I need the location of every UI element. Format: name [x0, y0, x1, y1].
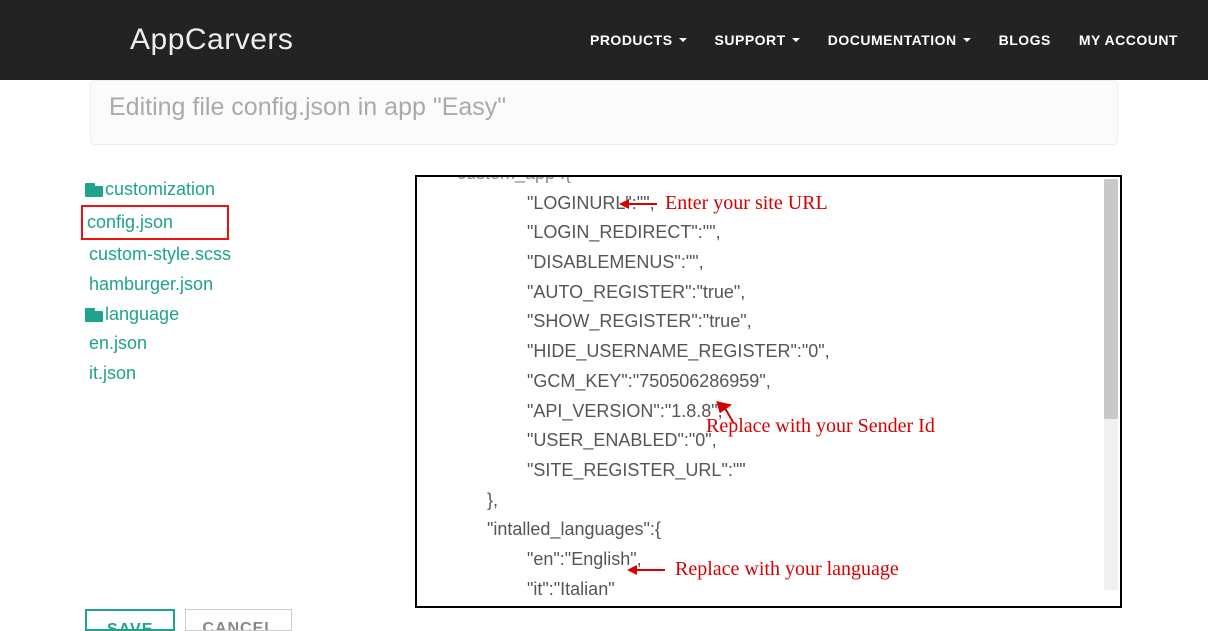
- nav-support-label: SUPPORT: [715, 32, 786, 48]
- chevron-down-icon: [792, 38, 800, 42]
- code-line: "en":"English",: [447, 545, 1110, 575]
- file-custom-style[interactable]: custom-style.scss: [85, 240, 405, 270]
- chevron-down-icon: [963, 38, 971, 42]
- code-line: "HIDE_USERNAME_REGISTER":"0",: [447, 337, 1110, 367]
- file-en-json[interactable]: en.json: [85, 329, 405, 359]
- folder-label: customization: [105, 175, 215, 205]
- code-line: "SITE_REGISTER_URL":"": [447, 456, 1110, 486]
- code-line: "intalled_languages":{: [447, 515, 1110, 545]
- nav-account-label: MY ACCOUNT: [1079, 32, 1178, 48]
- folder-open-icon: [85, 183, 103, 197]
- folder-open-icon: [85, 308, 103, 322]
- file-hamburger[interactable]: hamburger.json: [85, 270, 405, 300]
- nav-blogs[interactable]: BLOGS: [999, 32, 1051, 48]
- code-editor-frame: custom_app :{ "LOGINURL":"", "LOGIN_REDI…: [415, 175, 1122, 608]
- save-button[interactable]: SAVE: [85, 609, 175, 631]
- nav-account[interactable]: MY ACCOUNT: [1079, 32, 1178, 48]
- folder-customization[interactable]: customization: [85, 175, 405, 205]
- code-line: },: [447, 486, 1110, 516]
- code-line: "API_VERSION":"1.8.8",: [447, 397, 1110, 427]
- top-nav: AppCarvers PRODUCTS SUPPORT DOCUMENTATIO…: [0, 0, 1208, 80]
- main-content: customization config.json custom-style.s…: [0, 175, 1208, 608]
- nav-documentation[interactable]: DOCUMENTATION: [828, 32, 971, 48]
- file-it-json[interactable]: it.json: [85, 359, 405, 389]
- scrollbar-thumb[interactable]: [1104, 179, 1118, 419]
- brand-logo[interactable]: AppCarvers: [130, 23, 293, 57]
- code-line: "it":"Italian": [447, 575, 1110, 605]
- nav-products[interactable]: PRODUCTS: [590, 32, 687, 48]
- nav-menu: PRODUCTS SUPPORT DOCUMENTATION BLOGS MY …: [590, 32, 1178, 48]
- code-line: custom_app :{: [447, 177, 1110, 189]
- file-label: config.json: [81, 205, 229, 241]
- folder-label: language: [105, 300, 179, 330]
- cancel-button[interactable]: CANCEL: [185, 609, 292, 631]
- code-editor[interactable]: custom_app :{ "LOGINURL":"", "LOGIN_REDI…: [417, 177, 1120, 606]
- code-line: "SHOW_REGISTER":"true",: [447, 307, 1110, 337]
- nav-products-label: PRODUCTS: [590, 32, 673, 48]
- file-config-json[interactable]: config.json: [85, 205, 405, 241]
- action-buttons: SAVE CANCEL: [85, 609, 292, 631]
- code-line: "GCM_KEY":"750506286959",: [447, 367, 1110, 397]
- nav-blogs-label: BLOGS: [999, 32, 1051, 48]
- code-line: "LOGINURL":"",: [447, 189, 1110, 219]
- chevron-down-icon: [679, 38, 687, 42]
- nav-support[interactable]: SUPPORT: [715, 32, 800, 48]
- folder-language[interactable]: language: [85, 300, 405, 330]
- code-line: "USER_ENABLED":"0",: [447, 426, 1110, 456]
- nav-documentation-label: DOCUMENTATION: [828, 32, 957, 48]
- code-line: "AUTO_REGISTER":"true",: [447, 278, 1110, 308]
- code-line: "DISABLEMENUS":"",: [447, 248, 1110, 278]
- code-line: "LOGIN_REDIRECT":"",: [447, 218, 1110, 248]
- file-tree: customization config.json custom-style.s…: [85, 175, 405, 608]
- page-title: Editing file config.json in app "Easy": [90, 80, 1118, 145]
